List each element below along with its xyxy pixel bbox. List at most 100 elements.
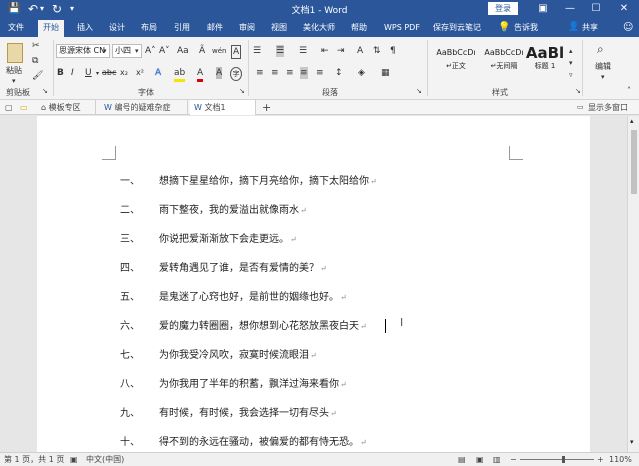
tab-save-cloud-note[interactable]: 保存到云笔记 <box>433 21 481 34</box>
new-document-icon[interactable]: ▢ <box>5 100 13 115</box>
shrink-font-icon[interactable]: A˅ <box>159 45 170 57</box>
char-border-icon[interactable]: A <box>231 45 242 59</box>
styles-scroll-down-icon[interactable]: ▾ <box>569 57 573 69</box>
tab-mailings[interactable]: 邮件 <box>207 21 223 34</box>
show-marks-icon[interactable]: ¶ <box>390 45 396 57</box>
shading-icon[interactable]: ◈ <box>358 67 365 79</box>
change-case-icon[interactable]: Aa <box>177 45 189 57</box>
tab-home[interactable]: 开始 <box>38 20 64 37</box>
tab-beautify-master[interactable]: 美化大师 <box>303 21 335 34</box>
search-icon[interactable]: ⌕ <box>597 43 604 55</box>
new-tab-button[interactable]: + <box>262 100 271 115</box>
strikethrough-button[interactable]: abc <box>102 67 116 79</box>
tab-review[interactable]: 审阅 <box>239 21 255 34</box>
tab-design[interactable]: 设计 <box>109 21 125 34</box>
italic-button[interactable]: I <box>71 67 74 79</box>
grow-font-icon[interactable]: A˄ <box>145 45 156 57</box>
align-left-icon[interactable]: ≡ <box>256 67 264 79</box>
paste-icon[interactable] <box>7 43 23 63</box>
distributed-icon[interactable]: ≡ <box>316 67 324 79</box>
vertical-scrollbar[interactable]: ▴ ▾ <box>627 116 639 452</box>
zoom-slider[interactable] <box>520 459 594 460</box>
justify-icon[interactable]: ≡ <box>300 67 308 79</box>
multilevel-list-icon[interactable]: ☰ <box>299 45 307 57</box>
tab-insert[interactable]: 插入 <box>77 21 93 34</box>
tab-help[interactable]: 帮助 <box>351 21 367 34</box>
tab-wps-pdf[interactable]: WPS PDF <box>384 21 420 34</box>
style-heading-1[interactable]: AaBl 标题 1 <box>524 45 566 85</box>
increase-indent-icon[interactable]: ⇥ <box>337 45 345 57</box>
zoom-level[interactable]: 110% <box>609 453 632 466</box>
scroll-down-icon[interactable]: ▾ <box>630 438 634 446</box>
zoom-in-button[interactable]: + <box>597 453 604 466</box>
chinese-layout-icon[interactable]: A <box>357 45 363 57</box>
print-layout-icon[interactable]: ▣ <box>476 453 484 466</box>
tab-document1[interactable]: W 文档1 <box>190 100 256 115</box>
underline-button[interactable]: U <box>85 67 92 79</box>
align-right-icon[interactable]: ≡ <box>286 67 294 79</box>
font-launcher-icon[interactable]: ↘ <box>239 85 245 97</box>
zoom-out-button[interactable]: − <box>510 453 517 466</box>
style-no-spacing[interactable]: AaBbCcDı ↵无间隔 <box>480 45 528 85</box>
style-normal[interactable]: AaBbCcDı ↵正文 <box>432 45 480 85</box>
highlight-icon[interactable]: ab <box>174 67 186 82</box>
bullets-icon[interactable]: ☰ <box>253 45 261 57</box>
collapse-ribbon-icon[interactable]: ˄ <box>627 85 631 97</box>
cut-icon[interactable]: ✂ <box>32 40 40 52</box>
decrease-indent-icon[interactable]: ⇤ <box>321 45 329 57</box>
superscript-button[interactable]: x² <box>136 67 144 79</box>
zoom-slider-thumb[interactable] <box>562 456 565 463</box>
tab-template-zone[interactable]: ⌂ 模板专区 <box>38 100 96 115</box>
font-color-icon[interactable]: A <box>197 67 204 82</box>
tab-references[interactable]: 引用 <box>174 21 190 34</box>
paste-dropdown-icon[interactable]: ▾ <box>12 75 16 87</box>
page-count[interactable]: 第 1 页，共 1 页 <box>4 453 64 466</box>
close-button[interactable]: ✕ <box>614 1 634 17</box>
clipboard-launcher-icon[interactable]: ↘ <box>42 85 48 97</box>
styles-more-icon[interactable]: ▿ <box>569 69 573 81</box>
format-painter-icon[interactable]: 🖌 <box>32 70 43 82</box>
subscript-button[interactable]: x₂ <box>120 67 128 79</box>
styles-scroll-up-icon[interactable]: ▴ <box>569 45 573 57</box>
font-name-select[interactable]: 思源宋体 CN <box>56 44 110 58</box>
numbering-icon[interactable]: ☰ <box>276 45 285 57</box>
smiley-icon[interactable]: ☺ <box>623 21 633 34</box>
scroll-up-icon[interactable]: ▴ <box>630 117 634 125</box>
paragraph-launcher-icon[interactable]: ↘ <box>416 85 422 97</box>
maximize-button[interactable]: ☐ <box>586 1 606 17</box>
scroll-thumb[interactable] <box>631 130 637 194</box>
tab-numbering-issues[interactable]: W 编号的疑难杂症 <box>100 100 188 115</box>
read-mode-icon[interactable]: ▤ <box>458 453 466 466</box>
sort-icon[interactable]: ⇅ <box>373 45 381 57</box>
share-button[interactable]: 共享 <box>582 21 598 34</box>
underline-dropdown-icon[interactable]: ▾ <box>96 68 99 80</box>
pinyin-guide-icon[interactable]: wén <box>212 45 226 57</box>
clear-format-icon[interactable]: Ã <box>199 45 205 57</box>
text-effects-icon[interactable]: A <box>155 67 161 79</box>
bold-button[interactable]: B <box>57 67 64 79</box>
document-page[interactable]: 一、 想摘下星星给你，摘下月亮给你，摘下太阳给你↵ 二、 雨下整夜，我的爱溢出就像雨水… <box>37 116 590 452</box>
tab-layout[interactable]: 布局 <box>141 21 157 34</box>
web-layout-icon[interactable]: ▥ <box>493 453 501 466</box>
language-indicator[interactable]: 中文(中国) <box>86 453 124 466</box>
ribbon-display-icon[interactable]: ▣ <box>533 1 553 17</box>
open-folder-icon[interactable]: ▭ <box>20 100 28 115</box>
show-multi-window-button[interactable]: 显示多窗口 <box>588 100 628 115</box>
login-button[interactable]: 登录 <box>488 2 518 15</box>
styles-launcher-icon[interactable]: ↘ <box>575 85 581 97</box>
copy-icon[interactable]: ⧉ <box>32 55 38 67</box>
proofing-icon[interactable]: ▣ <box>70 453 78 466</box>
tab-file[interactable]: 文件 <box>8 21 24 34</box>
minimize-button[interactable]: — <box>560 1 580 17</box>
char-shading-icon[interactable]: A <box>216 67 223 79</box>
font-size-dropdown-icon[interactable]: ▾ <box>135 45 139 57</box>
enclose-char-icon[interactable]: 字 <box>230 67 242 81</box>
tell-me-search[interactable]: 告诉我 <box>514 21 538 34</box>
multi-window-icon[interactable]: ▭ <box>577 100 584 115</box>
borders-icon[interactable]: ▦ <box>381 67 390 79</box>
align-center-icon[interactable]: ≡ <box>271 67 279 79</box>
line-spacing-icon[interactable]: ↕ <box>335 67 343 79</box>
tab-view[interactable]: 视图 <box>271 21 287 34</box>
font-name-dropdown-icon[interactable]: ▾ <box>103 45 107 57</box>
editing-dropdown-icon[interactable]: ▾ <box>601 71 605 83</box>
